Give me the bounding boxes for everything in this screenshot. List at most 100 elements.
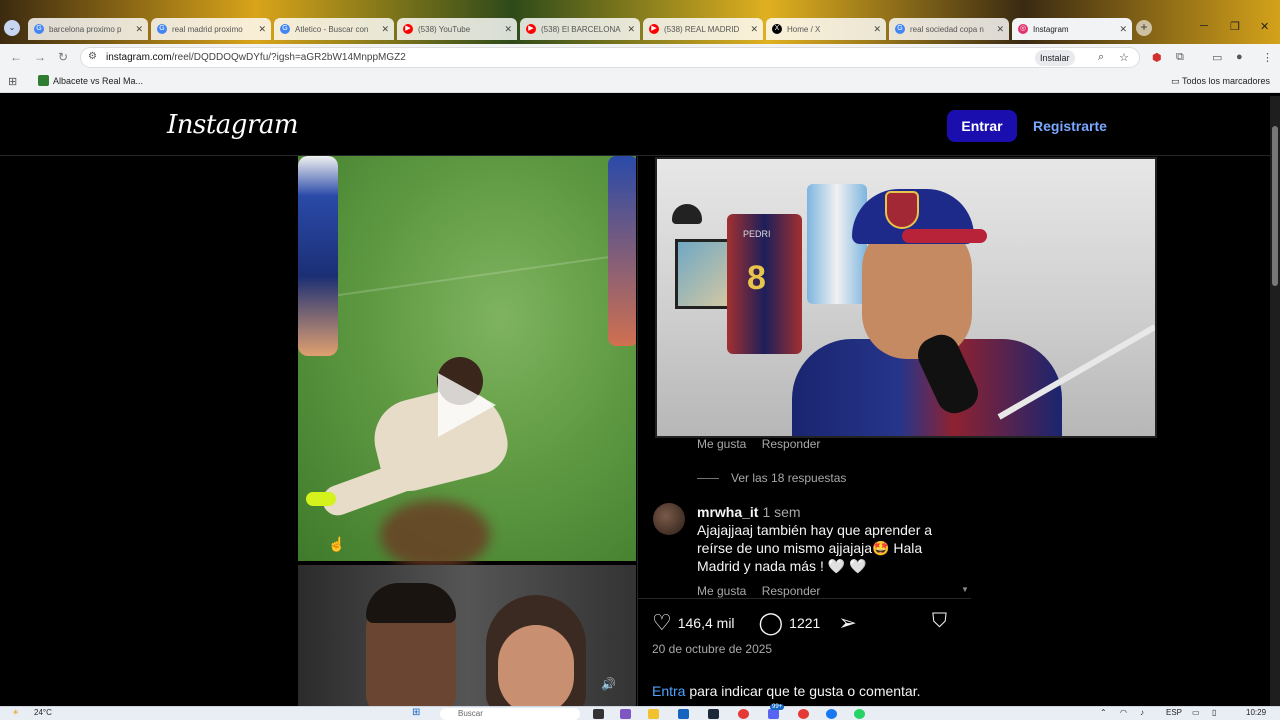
close-icon[interactable]: ✕ (627, 24, 635, 35)
tab-youtube-real-madrid[interactable]: ▶ (538) REAL MADRID ✕ (643, 18, 763, 40)
file-explorer-icon[interactable] (648, 709, 659, 719)
store-icon[interactable] (678, 709, 689, 719)
bookmark-star-icon[interactable]: ☆ (1119, 51, 1129, 64)
tab-instagram[interactable]: ◎ Instagram ✕ (1012, 18, 1132, 40)
club-crest-shape (885, 191, 919, 229)
taskbar-search[interactable]: Buscar (440, 708, 580, 720)
maximize-icon[interactable]: ❐ (1230, 20, 1240, 33)
tab-title: (538) REAL MADRID (664, 24, 740, 34)
address-bar[interactable]: ⚙ instagram.com/reel/DQDDOQwDYfu/?igsh=a… (80, 47, 1140, 68)
reload-icon[interactable]: ↻ (58, 50, 68, 64)
wifi-icon[interactable]: ◠ (1120, 708, 1127, 717)
close-icon[interactable]: ✕ (135, 24, 143, 35)
tab-barcelona[interactable]: G barcelona proximo p ✕ (28, 18, 148, 40)
bookmark-albacete[interactable]: Albacete vs Real Ma... (38, 75, 143, 86)
tab-title: (538) El BARCELONA (541, 24, 621, 34)
login-prompt-link[interactable]: Entra (652, 683, 685, 699)
view-replies-button[interactable]: Ver las 18 respuestas (697, 471, 846, 485)
minimize-icon[interactable]: ─ (1200, 20, 1208, 32)
replies-divider (697, 477, 719, 479)
chrome-icon[interactable] (738, 709, 749, 719)
close-icon[interactable]: ✕ (873, 24, 881, 35)
instagram-header: Instagram Entrar Registrarte (0, 96, 1270, 156)
jersey-number: 8 (747, 259, 766, 297)
windows-start-icon[interactable]: ⊞ (412, 707, 420, 718)
x-icon: X (772, 24, 782, 34)
steam-icon[interactable] (708, 709, 719, 719)
comment-icon[interactable]: ◯ (759, 612, 784, 634)
scroll-down-icon[interactable]: ▼ (961, 585, 969, 594)
heart-icon[interactable]: ♡ (652, 612, 672, 634)
clock[interactable]: 10:29 (1246, 708, 1266, 717)
comment-text: Ajajajjaaj también hay que aprender a re… (697, 522, 933, 574)
weather-icon[interactable]: ☀ (12, 708, 19, 717)
task-view-icon[interactable] (593, 709, 604, 719)
forward-icon[interactable]: → (34, 50, 46, 64)
site-info-icon[interactable]: ⚙ (88, 51, 97, 62)
profile-avatar[interactable]: ● (1236, 51, 1243, 63)
tab-atletico[interactable]: G Atletico - Buscar con ✕ (274, 18, 394, 40)
apps-grid-icon[interactable]: ⊞ (8, 75, 17, 88)
language-indicator[interactable]: ESP (1166, 708, 1182, 717)
pitch-line (299, 252, 635, 302)
menu-icon[interactable]: ⋮ (1262, 51, 1273, 64)
comment-username[interactable]: mrwha_it (697, 504, 758, 520)
install-app-button[interactable]: Instalar (1035, 50, 1075, 66)
instagram-logo[interactable]: Instagram (167, 110, 299, 140)
comment-reply-button[interactable]: Responder (762, 584, 821, 598)
close-icon[interactable]: ✕ (996, 24, 1004, 35)
browser-toolbar: ← → ↻ ⚙ instagram.com/reel/DQDDOQwDYfu/?… (0, 44, 1280, 71)
scrollbar-thumb[interactable] (1272, 126, 1278, 286)
tab-search-button[interactable]: ⌄ (4, 20, 20, 36)
tab-youtube[interactable]: ▶ (538) YouTube ✕ (397, 18, 517, 40)
zoom-icon[interactable]: ⌕ (1098, 51, 1104, 64)
close-icon[interactable]: ✕ (1119, 24, 1127, 35)
discord-icon[interactable] (768, 709, 779, 719)
tab-title: (538) YouTube (418, 24, 471, 34)
app-icon[interactable] (798, 709, 809, 719)
copilot-icon[interactable] (620, 709, 631, 719)
login-button[interactable]: Entrar (947, 110, 1017, 142)
google-icon: G (157, 24, 167, 34)
close-icon[interactable]: ✕ (750, 24, 758, 35)
sound-icon[interactable]: ♪ (1140, 708, 1144, 717)
tray-chevron-icon[interactable]: ⌃ (1100, 708, 1107, 717)
whatsapp-icon[interactable] (854, 709, 865, 719)
close-icon[interactable]: ✕ (381, 24, 389, 35)
tab-real-sociedad[interactable]: G real sociedad copa n ✕ (889, 18, 1009, 40)
new-tab-button[interactable]: + (1136, 20, 1152, 36)
page-scrollbar[interactable] (1270, 96, 1280, 706)
back-icon[interactable]: ← (10, 50, 22, 64)
all-bookmarks[interactable]: ▭ Todos los marcadores (1171, 76, 1270, 87)
window-close-icon[interactable]: ✕ (1260, 20, 1269, 33)
tab-x-home[interactable]: X Home / X ✕ (766, 18, 886, 40)
mouse-cursor-icon: ☝ (328, 536, 346, 552)
avatar[interactable] (653, 503, 685, 535)
comment-like-button[interactable]: Me gusta (697, 437, 746, 451)
battery-icon[interactable]: ▯ (1212, 708, 1216, 717)
comment-author: mrwha_it 1 sem (697, 504, 801, 520)
close-icon[interactable]: ✕ (258, 24, 266, 35)
person-hair (366, 583, 456, 623)
adblock-icon[interactable]: ⬢ (1152, 51, 1162, 64)
post-date: 20 de octubre de 2025 (652, 642, 773, 656)
close-icon[interactable]: ✕ (504, 24, 512, 35)
play-icon[interactable] (438, 373, 496, 437)
comment-reply-button[interactable]: Responder (762, 437, 821, 451)
comment-actions: Me gusta Responder (697, 437, 832, 451)
taskbar-search-label: Buscar (458, 709, 483, 718)
extensions-icon[interactable]: ⧉ (1176, 51, 1184, 64)
next-reel-video[interactable]: 🔊 (298, 565, 636, 706)
volume-icon[interactable]: 🔊 (601, 677, 616, 691)
facebook-icon[interactable] (826, 709, 837, 719)
tab-real-madrid[interactable]: G real madrid proximo ✕ (151, 18, 271, 40)
cast-icon[interactable]: ▭ (1212, 51, 1222, 64)
register-link[interactable]: Registrarte (1033, 110, 1107, 142)
url-text[interactable]: instagram.com/reel/DQDDOQwDYfu/?igsh=aGR… (106, 52, 406, 63)
save-icon[interactable]: ⛉ (932, 610, 947, 633)
comment-like-button[interactable]: Me gusta (697, 584, 746, 598)
share-icon[interactable]: ➢ (838, 612, 856, 634)
weather-temp[interactable]: 24°C (34, 708, 52, 717)
network-icon[interactable]: ▭ (1192, 708, 1200, 717)
tab-youtube-barcelona[interactable]: ▶ (538) El BARCELONA ✕ (520, 18, 640, 40)
